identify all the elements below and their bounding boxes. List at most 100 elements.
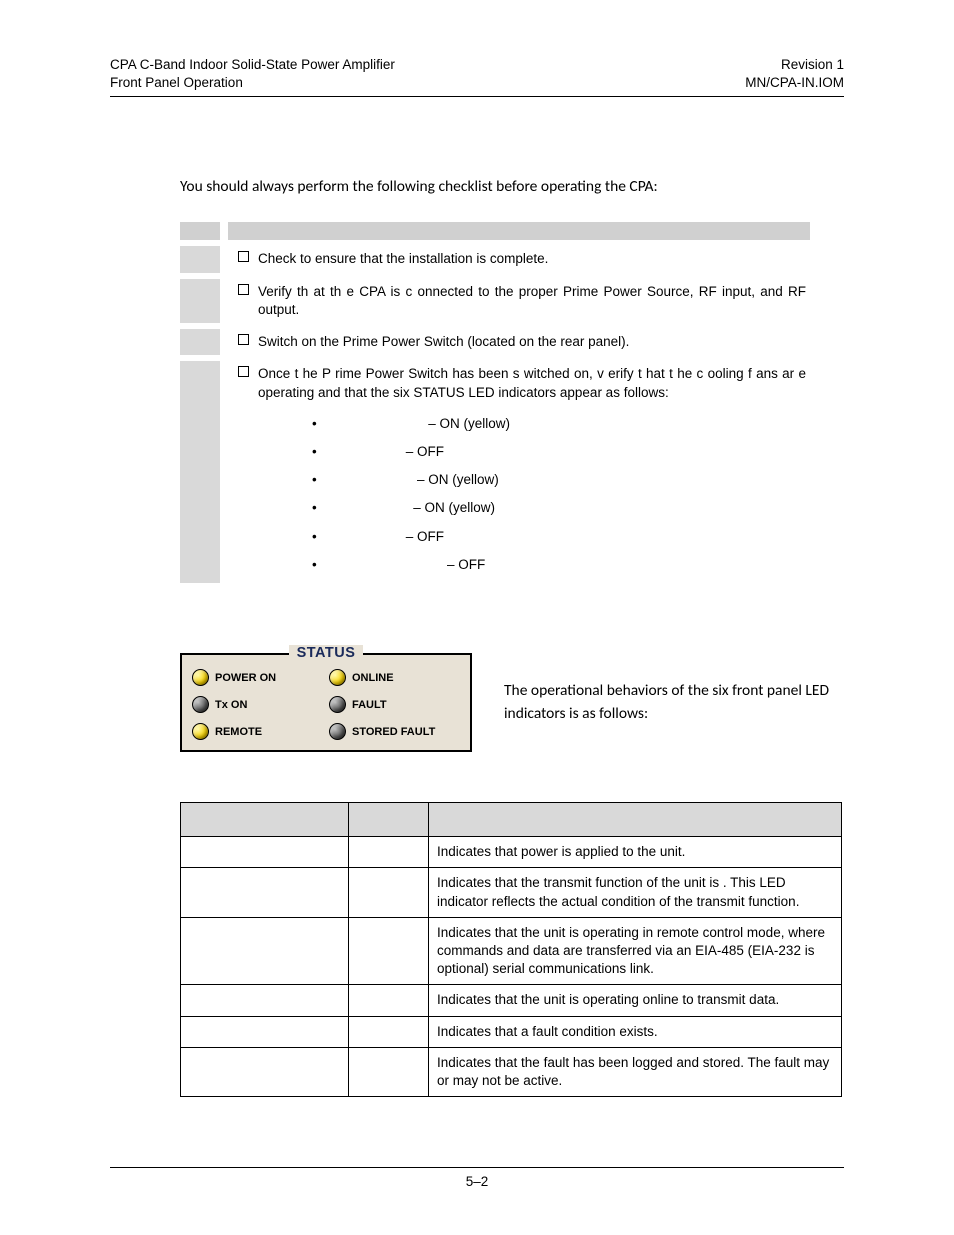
- page-number: 5–2: [110, 1174, 844, 1189]
- status-grid: POWER ON ONLINE Tx ON FAULT REMOTE STORED FAU…: [192, 669, 460, 740]
- led-name-cell: [181, 917, 349, 985]
- status-item: ONLINE: [329, 669, 460, 686]
- bullet-row: • – ON (yellow): [312, 410, 806, 438]
- checkbox-icon[interactable]: [238, 334, 249, 345]
- led-desc-cell: Indicates that power is applied to the u…: [429, 837, 842, 868]
- led-icon: [192, 669, 209, 686]
- header-rule: [110, 96, 844, 97]
- led-color-cell: [349, 868, 429, 917]
- checkbox-col: [228, 365, 258, 579]
- checklist-right-cell: Check to ensure that the installation is…: [228, 246, 810, 272]
- table-row: Indicates that the transmit function of …: [181, 868, 842, 917]
- footer-rule: [110, 1167, 844, 1168]
- table-row: Indicates that power is applied to the u…: [181, 837, 842, 868]
- checklist-header-right: [228, 222, 810, 240]
- bullet-text: – OFF: [372, 528, 444, 546]
- led-label: Tx ON: [215, 699, 247, 711]
- led-name-cell: [181, 1047, 349, 1096]
- status-caption: The operational behaviors of the six fro…: [504, 680, 834, 725]
- led-desc-cell: Indicates that the unit is operating onl…: [429, 985, 842, 1016]
- bullet-icon: •: [312, 499, 372, 517]
- led-icon: [329, 723, 346, 740]
- table-row: Indicates that the unit is operating in …: [181, 917, 842, 985]
- status-item: FAULT: [329, 696, 460, 713]
- intro-text: You should always perform the following …: [180, 177, 844, 196]
- table-row: Indicates that the fault has been logged…: [181, 1047, 842, 1096]
- status-item: REMOTE: [192, 723, 323, 740]
- status-row: STATUS POWER ONONLINETx ONFAULTREMOTESTO…: [180, 653, 844, 752]
- page: CPA C-Band Indoor Solid-State Power Ampl…: [0, 0, 954, 1137]
- checklist-text: Check to ensure that the installation is…: [258, 250, 806, 268]
- led-desc-cell: Indicates that the transmit function of …: [429, 868, 842, 917]
- checklist-left-cell: [180, 279, 220, 323]
- bullet-list: • – ON (yellow)• – OFF• – ON (yellow)• –…: [258, 410, 806, 579]
- led-name-cell: [181, 1016, 349, 1047]
- led-color-cell: [349, 917, 429, 985]
- status-title: STATUS: [289, 645, 364, 661]
- checklist-row: Verify th at th e CPA is c onnected to t…: [180, 279, 810, 323]
- led-icon: [329, 696, 346, 713]
- header-right: Revision 1 MN/CPA-IN.IOM: [745, 56, 844, 92]
- led-table-header-row: [181, 803, 842, 837]
- checklist-row: Switch on the Prime Power Switch (locate…: [180, 329, 810, 355]
- status-item: Tx ON: [192, 696, 323, 713]
- page-footer: 5–2: [110, 1167, 844, 1189]
- checklist-left-cell: [180, 246, 220, 272]
- header-title: CPA C-Band Indoor Solid-State Power Ampl…: [110, 56, 395, 74]
- led-color-cell: [349, 985, 429, 1016]
- checklist-text-wrap: Verify th at th e CPA is c onnected to t…: [258, 283, 810, 319]
- status-panel: STATUS POWER ONONLINETx ONFAULTREMOTESTO…: [180, 653, 472, 752]
- led-desc-cell: Indicates that the unit is operating in …: [429, 917, 842, 985]
- header-docnum: MN/CPA-IN.IOM: [745, 74, 844, 92]
- led-label: FAULT: [352, 699, 387, 711]
- checklist-text: Once t he P rime Power Switch has been s…: [258, 365, 806, 401]
- checklist-header-row: [180, 222, 810, 240]
- status-title-wrap: STATUS: [182, 644, 470, 662]
- checklist-header-left: [180, 222, 220, 240]
- led-name-cell: [181, 837, 349, 868]
- header-left: CPA C-Band Indoor Solid-State Power Ampl…: [110, 56, 395, 92]
- checklist-text: Verify th at th e CPA is c onnected to t…: [258, 283, 806, 319]
- led-label: POWER ON: [215, 672, 276, 684]
- checkbox-col: [228, 283, 258, 319]
- checklist: Check to ensure that the installation is…: [180, 222, 810, 583]
- checklist-text-wrap: Once t he P rime Power Switch has been s…: [258, 365, 810, 579]
- checklist-left-cell: [180, 329, 220, 355]
- bullet-text: – ON (yellow): [372, 499, 495, 517]
- led-name-cell: [181, 868, 349, 917]
- bullet-text: – OFF: [372, 443, 444, 461]
- checkbox-col: [228, 333, 258, 351]
- led-table: Indicates that power is applied to the u…: [180, 802, 842, 1097]
- page-header: CPA C-Band Indoor Solid-State Power Ampl…: [110, 56, 844, 92]
- led-table-h3: [429, 803, 842, 837]
- bullet-row: • – OFF: [312, 523, 806, 551]
- status-item: POWER ON: [192, 669, 323, 686]
- checkbox-icon[interactable]: [238, 251, 249, 262]
- bullet-text: – ON (yellow): [372, 471, 499, 489]
- checklist-right-cell: Switch on the Prime Power Switch (locate…: [228, 329, 810, 355]
- bullet-row: • – OFF: [312, 551, 806, 579]
- led-icon: [329, 669, 346, 686]
- led-icon: [192, 696, 209, 713]
- checklist-row: Once t he P rime Power Switch has been s…: [180, 361, 810, 583]
- led-name-cell: [181, 985, 349, 1016]
- bullet-row: • – ON (yellow): [312, 494, 806, 522]
- led-desc-cell: Indicates that a fault condition exists.: [429, 1016, 842, 1047]
- checklist-text-wrap: Switch on the Prime Power Switch (locate…: [258, 333, 810, 351]
- led-label: ONLINE: [352, 672, 394, 684]
- led-table-h1: [181, 803, 349, 837]
- bullet-text: – ON (yellow): [372, 415, 510, 433]
- bullet-text: – OFF: [372, 556, 485, 574]
- bullet-icon: •: [312, 471, 372, 489]
- led-table-h2: [349, 803, 429, 837]
- bullet-icon: •: [312, 415, 372, 433]
- status-item: STORED FAULT: [329, 723, 460, 740]
- checklist-text-wrap: Check to ensure that the installation is…: [258, 250, 810, 268]
- led-label: REMOTE: [215, 726, 262, 738]
- checkbox-icon[interactable]: [238, 366, 249, 377]
- checklist-text: Switch on the Prime Power Switch (locate…: [258, 333, 806, 351]
- checkbox-icon[interactable]: [238, 284, 249, 295]
- bullet-icon: •: [312, 556, 372, 574]
- checklist-row: Check to ensure that the installation is…: [180, 246, 810, 272]
- led-color-cell: [349, 1016, 429, 1047]
